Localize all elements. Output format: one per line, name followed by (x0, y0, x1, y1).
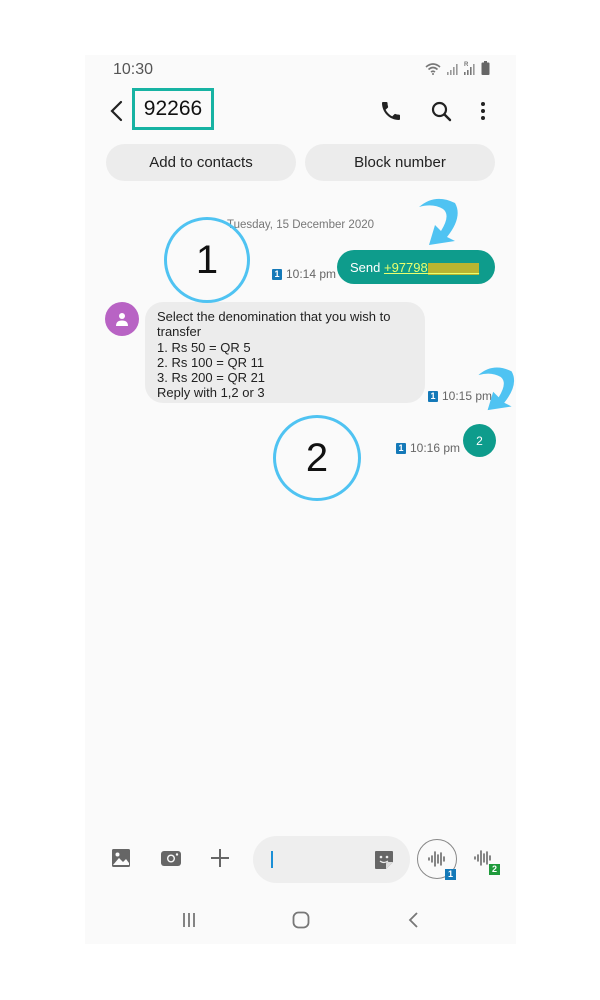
message-2-line: 2. Rs 100 = QR 11 (157, 354, 265, 370)
annotation-arrow-1-icon (419, 198, 458, 245)
add-to-contacts-button[interactable]: Add to contacts (106, 144, 296, 181)
voice-waveform-icon (428, 851, 445, 867)
voice-message-sim2-button[interactable]: 2 (471, 845, 501, 875)
message-2-line: 1. Rs 50 = QR 5 (157, 339, 251, 355)
message-2-line: Select the denomination that you wish to (157, 309, 391, 324)
phone-number-link[interactable]: +97798XXXXXXX (384, 260, 480, 275)
person-icon (116, 313, 128, 326)
home-icon[interactable] (289, 908, 313, 932)
message-1-time: 10:14 pm (286, 267, 337, 281)
message-1-text: Send (350, 259, 384, 275)
back-arrow-icon[interactable] (107, 99, 127, 123)
more-options-icon[interactable] (471, 99, 495, 123)
avatar[interactable] (105, 302, 139, 336)
masked-number: XXXXXXX (427, 262, 480, 275)
sim2-badge: 2 (489, 864, 500, 875)
wifi-icon (425, 63, 441, 75)
annotation-step-2: 2 (273, 415, 361, 501)
add-icon[interactable] (208, 846, 232, 870)
message-2-bubble[interactable]: Select the denomination that you wish to… (145, 302, 425, 403)
sim1-icon: 1 (272, 268, 282, 280)
status-icons: R (425, 60, 490, 75)
status-time: 10:30 (113, 61, 154, 78)
svg-text:R: R (464, 62, 469, 68)
message-2-line: Reply with 1,2 or 3 (157, 385, 265, 401)
annotation-arrow-2-icon (478, 367, 515, 411)
text-caret (271, 851, 273, 868)
conversation-title[interactable]: 92266 (132, 88, 214, 130)
message-3-text: 2 (476, 433, 483, 448)
recent-apps-icon[interactable] (177, 908, 201, 932)
back-icon[interactable] (402, 908, 426, 932)
contact-number: 92266 (143, 97, 203, 120)
message-3-meta: 1 10:16 pm (396, 441, 460, 455)
search-icon[interactable] (429, 99, 453, 123)
sim1-badge: 1 (445, 869, 456, 880)
message-3-time: 10:16 pm (410, 441, 461, 455)
sticker-icon[interactable] (373, 849, 395, 871)
camera-icon[interactable] (159, 846, 183, 870)
gallery-icon[interactable] (109, 846, 133, 870)
annotation-step-1: 1 (164, 217, 250, 303)
roaming-signal-icon: R (464, 62, 475, 75)
message-1-meta: 1 10:14 pm (272, 267, 336, 281)
battery-icon (481, 61, 490, 75)
sim1-icon: 1 (396, 442, 406, 454)
block-number-button[interactable]: Block number (305, 144, 495, 181)
message-3-bubble[interactable]: 2 (463, 424, 496, 457)
voice-message-sim1-button[interactable]: 1 (417, 839, 457, 880)
sim1-icon: 1 (428, 390, 438, 402)
signal-icon (447, 64, 458, 75)
phone-call-icon[interactable] (379, 99, 403, 123)
message-2-line: 3. Rs 200 = QR 21 (157, 370, 266, 386)
message-1-bubble[interactable]: Send +97798XXXXXXX (337, 250, 495, 284)
phone-screen: 10:30 R 92266 Add to contacts Block numb… (85, 55, 516, 944)
message-2-line: transfer (157, 324, 202, 340)
